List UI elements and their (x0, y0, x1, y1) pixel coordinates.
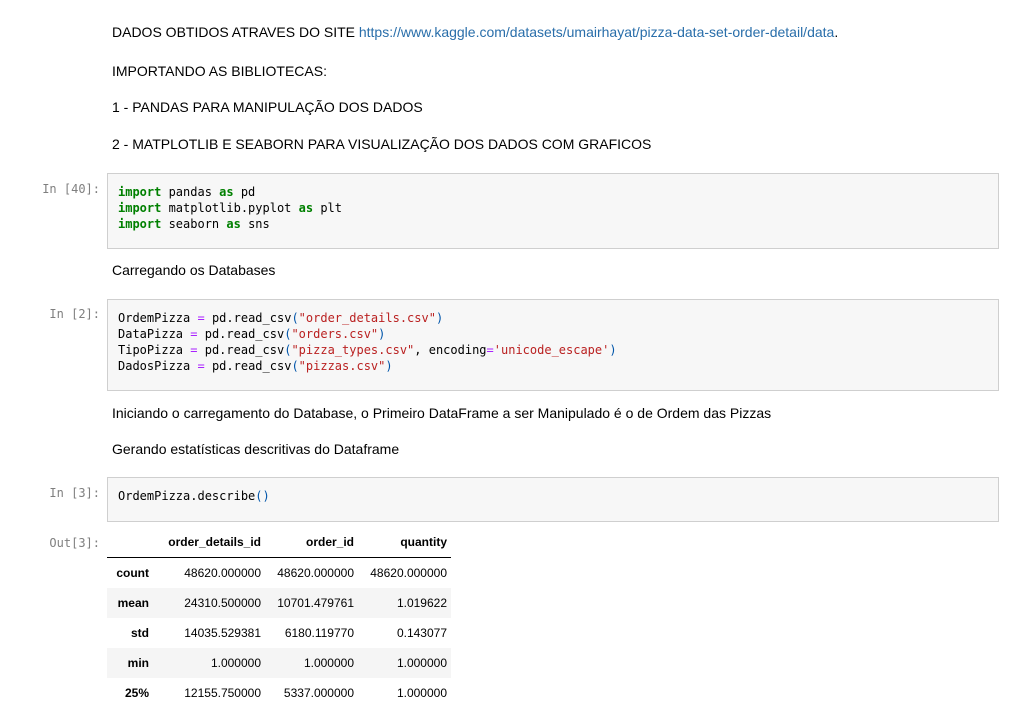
table-cell: 0.143077 (396, 626, 447, 640)
table-row: mean 24310.500000 10701.479761 1.019622 (107, 588, 451, 618)
code-line: import pandas as pd (118, 185, 256, 199)
code-line: DataPizza = pd.read_csv("orders.csv") (118, 327, 386, 341)
describe-table: order_details_id order_id quantity count… (107, 527, 451, 708)
table-cell: 6180.119770 (284, 626, 354, 640)
source-suffix: . (834, 24, 839, 40)
row-index: min (127, 656, 149, 670)
describe-intro-text: Gerando estatísticas descritivas do Data… (112, 441, 400, 457)
output-3-prompt: Out[3]: (49, 536, 100, 550)
loading-text: Carregando os Databases (112, 262, 276, 278)
table-cell: 1.000000 (396, 686, 447, 700)
code-line: OrdemPizza = pd.read_csv("order_details.… (118, 311, 444, 325)
row-index: count (116, 566, 149, 580)
notebook: DADOS OBTIDOS ATRAVES DO SITE https://ww… (0, 0, 1021, 711)
code-cell-read-csv[interactable]: OrdemPizza = pd.read_csv("order_details.… (107, 299, 999, 391)
code-line: import matplotlib.pyplot as plt (118, 201, 342, 215)
code-line: TipoPizza = pd.read_csv("pizza_types.csv… (118, 343, 617, 357)
table-cell: 48620.000000 (277, 566, 354, 580)
table-cell: 48620.000000 (370, 566, 447, 580)
table-cell: 1.000000 (396, 656, 447, 670)
table-cell: 1.000000 (210, 656, 261, 670)
row-index: mean (117, 596, 149, 610)
cell-2-prompt: In [2]: (49, 307, 100, 321)
column-header-order-details-id: order_details_id (157, 527, 265, 558)
cell-1-prompt: In [40]: (42, 182, 100, 196)
table-header-row: order_details_id order_id quantity (107, 527, 451, 558)
table-row: 25% 12155.750000 5337.000000 1.000000 (107, 678, 451, 708)
library-pandas-text: 1 - PANDAS PARA MANIPULAÇÃO DOS DADOS (112, 99, 423, 115)
code-line: DadosPizza = pd.read_csv("pizzas.csv") (118, 359, 393, 373)
column-header-index (107, 527, 157, 558)
table-cell: 12155.750000 (184, 686, 261, 700)
table-cell: 5337.000000 (283, 686, 354, 700)
source-prefix: DADOS OBTIDOS ATRAVES DO SITE (112, 24, 359, 40)
code-cell-describe[interactable]: OrdemPizza.describe() (107, 477, 999, 522)
table-cell: 14035.529381 (184, 626, 261, 640)
table-cell: 24310.500000 (184, 596, 261, 610)
source-text: DADOS OBTIDOS ATRAVES DO SITE https://ww… (112, 23, 838, 41)
kaggle-link[interactable]: https://www.kaggle.com/datasets/umairhay… (359, 24, 834, 40)
column-header-quantity: quantity (358, 527, 451, 558)
table-row: min 1.000000 1.000000 1.000000 (107, 648, 451, 678)
row-index: 25% (124, 686, 149, 700)
table-row: count 48620.000000 48620.000000 48620.00… (107, 558, 451, 589)
importing-heading: IMPORTANDO AS BIBLIOTECAS: (112, 63, 327, 79)
code-line: OrdemPizza.describe() (118, 489, 270, 503)
table-cell: 10701.479761 (277, 596, 354, 610)
starting-text: Iniciando o carregamento do Database, o … (112, 405, 772, 421)
library-matplotlib-text: 2 - MATPLOTLIB E SEABORN PARA VISUALIZAÇ… (112, 136, 652, 152)
column-header-order-id: order_id (265, 527, 358, 558)
code-cell-imports[interactable]: import pandas as pd import matplotlib.py… (107, 173, 999, 249)
table-cell: 48620.000000 (184, 566, 261, 580)
table-cell: 1.000000 (303, 656, 354, 670)
table-cell: 1.019622 (396, 596, 447, 610)
code-line: import seaborn as sns (118, 217, 270, 231)
cell-3-prompt: In [3]: (49, 486, 100, 500)
row-index: std (131, 626, 149, 640)
table-row: std 14035.529381 6180.119770 0.143077 (107, 618, 451, 648)
